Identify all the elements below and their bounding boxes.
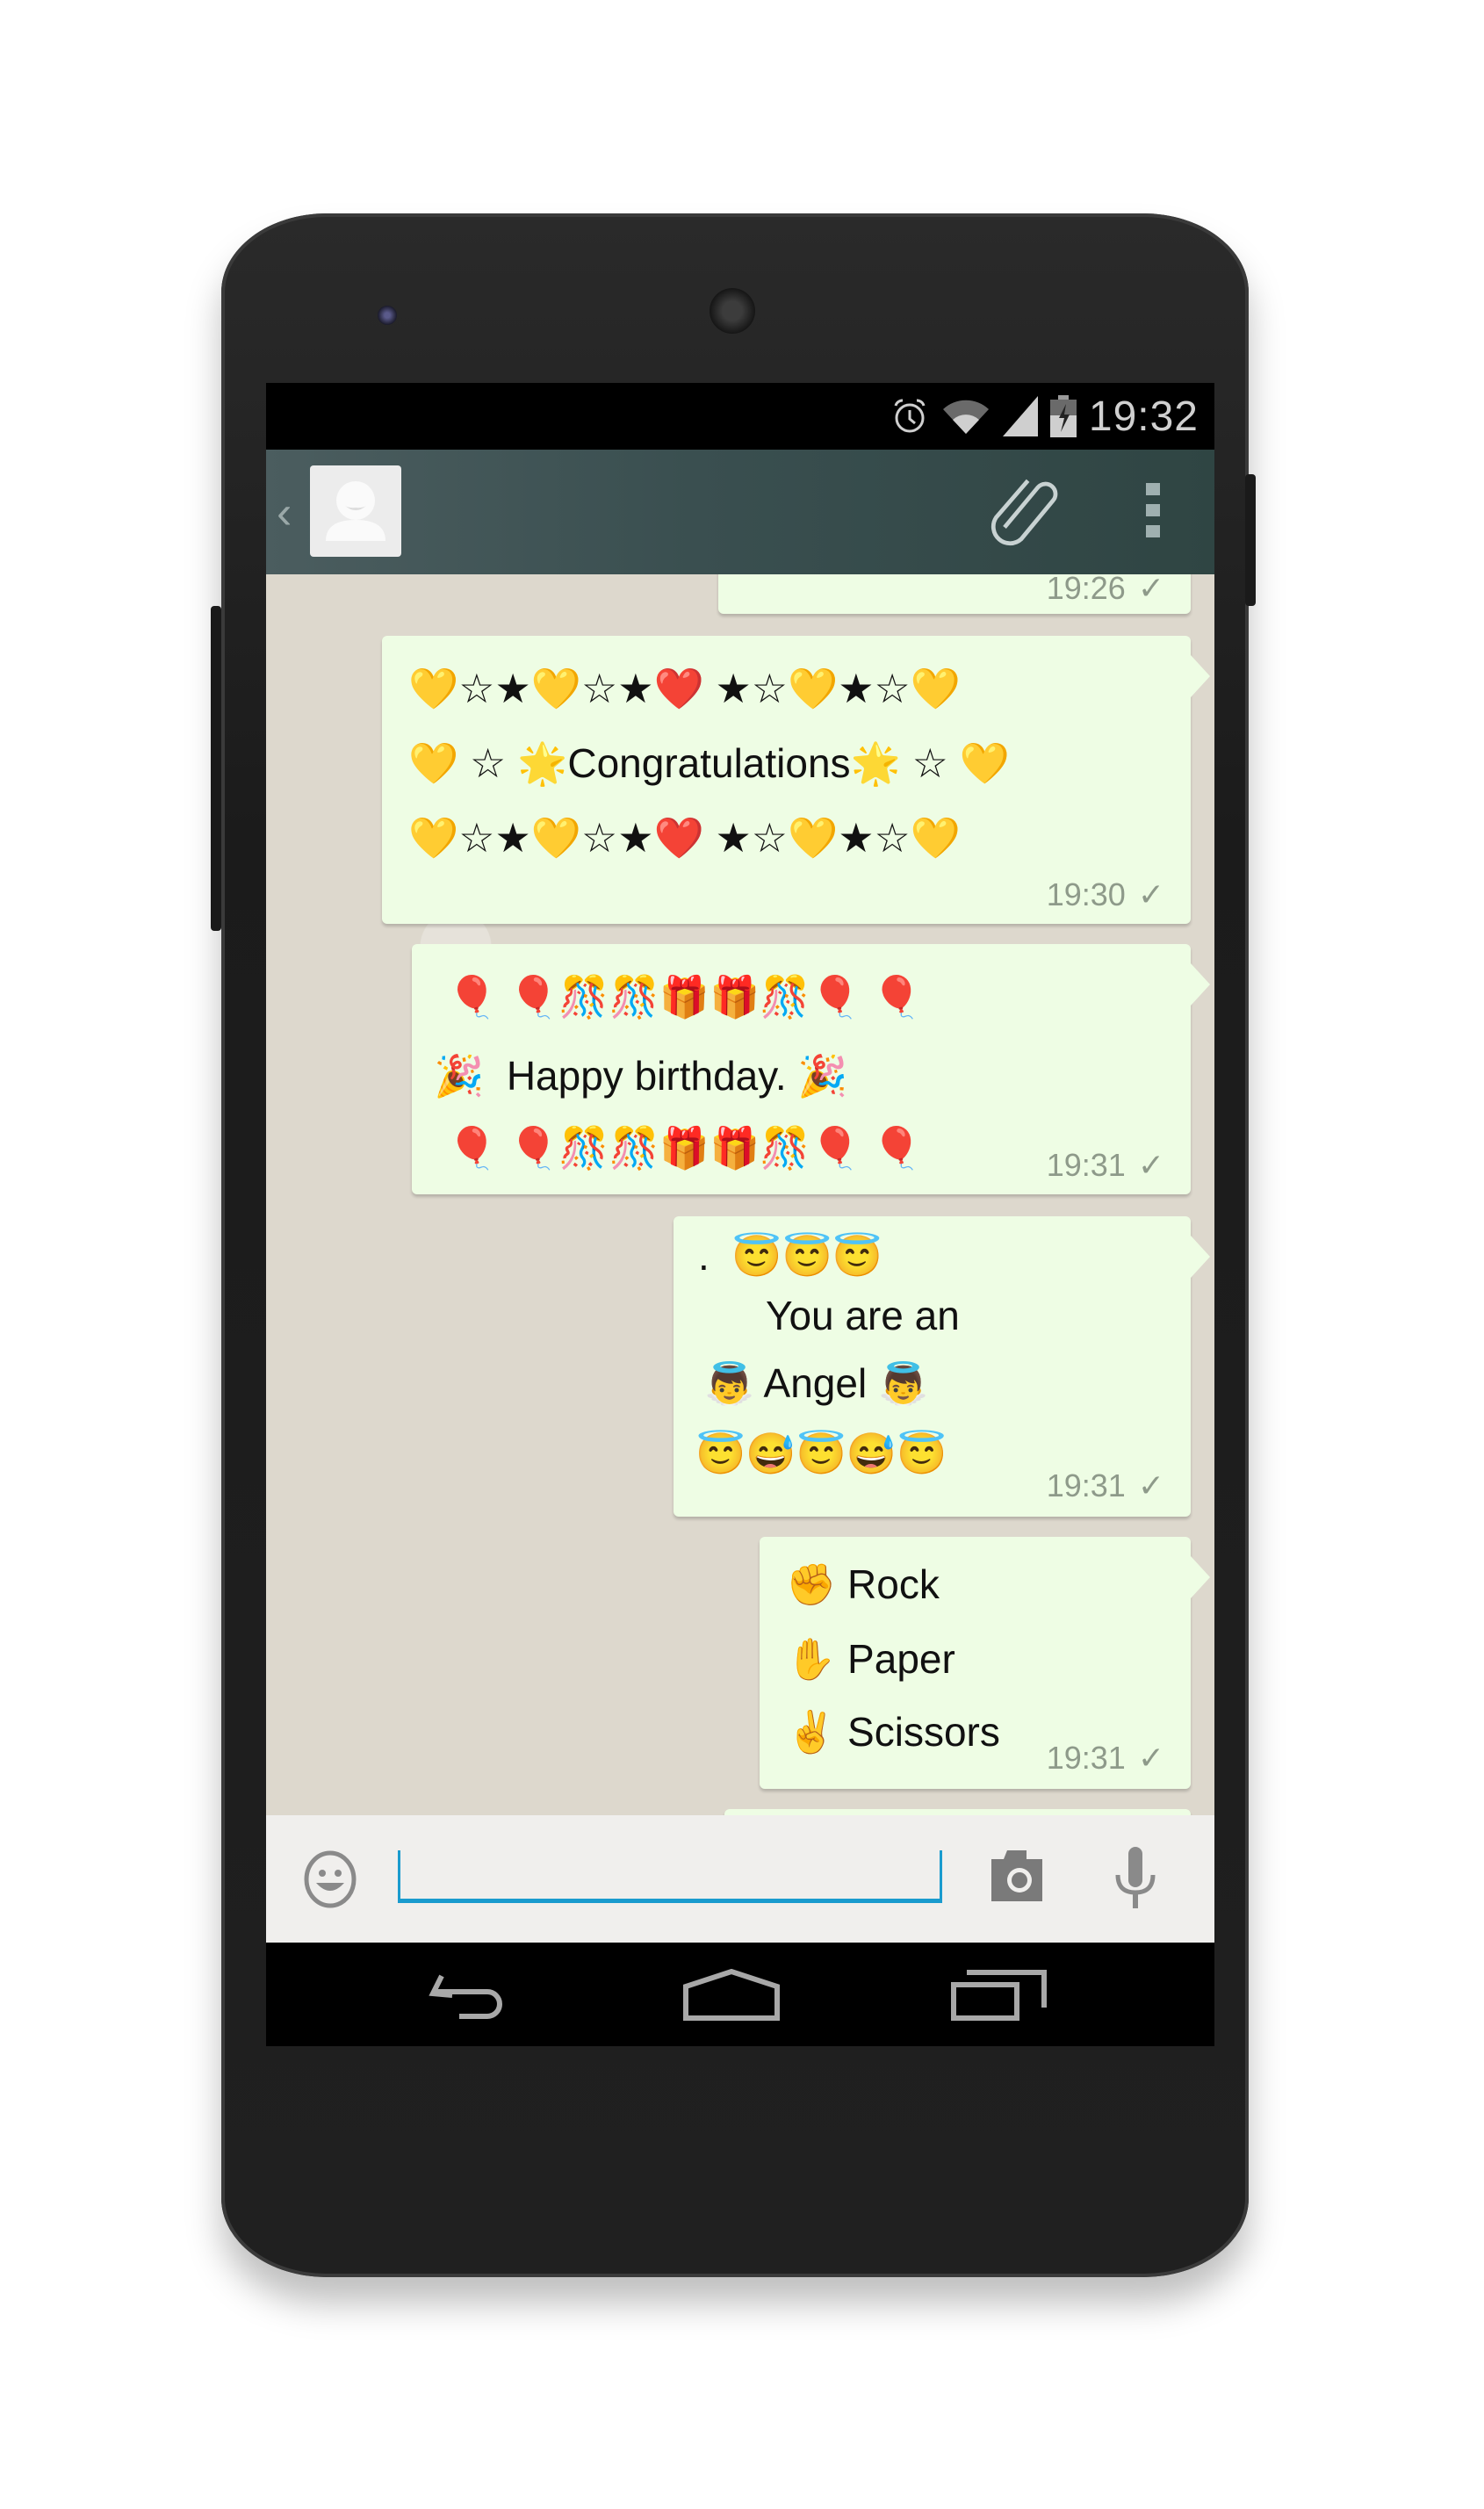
volume-button bbox=[211, 606, 221, 931]
message-time: 19:26 bbox=[1046, 574, 1126, 606]
message-line: . 😇😇😇 bbox=[698, 1233, 883, 1279]
message-bubble[interactable]: 🎈 🎈🎊🎊🎁🎁🎊🎈 🎈 🎉 Happy birthday. 🎉 🎈 🎈🎊🎊🎁🎁🎊… bbox=[412, 944, 1210, 1194]
conversation-action-bar: ‹ bbox=[266, 450, 1214, 574]
contact-avatar[interactable] bbox=[310, 465, 401, 557]
default-contact-avatar-icon bbox=[326, 481, 385, 541]
check-icon: ✓ bbox=[1137, 1147, 1164, 1183]
back-icon[interactable] bbox=[424, 1969, 521, 2022]
message-bubble[interactable]: . 😇😇😇 You are an 👼 Angel 👼 😇😅😇😅😇 19:31 ✓ bbox=[674, 1216, 1210, 1517]
chevron-left-icon[interactable]: ‹ bbox=[277, 487, 292, 539]
message-meta: 19:31 ✓ bbox=[1047, 1147, 1164, 1184]
message-time: 19:31 bbox=[1046, 1740, 1126, 1776]
screen: 19:32 ‹ 19:26 ✓ 💛☆★💛☆★❤️ ★☆💛★☆💛 💛 ☆ 🌟Cong… bbox=[266, 383, 1214, 2046]
bubble-tail bbox=[1191, 1556, 1210, 1598]
smiley-icon[interactable] bbox=[301, 1850, 359, 1908]
microphone-icon[interactable] bbox=[1113, 1847, 1157, 1910]
message-bubble[interactable]: 💛☆★💛☆★❤️ ★☆💛★☆💛 💛 ☆ 🌟Congratulations🌟 ☆ … bbox=[382, 636, 1210, 924]
message-bubble[interactable]: 19:26 ✓ bbox=[718, 574, 1191, 614]
message-line: You are an bbox=[766, 1292, 960, 1338]
check-icon: ✓ bbox=[1137, 876, 1164, 912]
message-line: 😇😅😇😅😇 bbox=[695, 1430, 947, 1476]
bubble-tail bbox=[1191, 1236, 1210, 1278]
overflow-menu-icon[interactable] bbox=[1146, 483, 1160, 537]
status-clock: 19:32 bbox=[1088, 393, 1199, 440]
power-button bbox=[1245, 474, 1256, 606]
message-time: 19:30 bbox=[1046, 876, 1126, 912]
message-line: 👼 Angel 👼 bbox=[704, 1359, 929, 1406]
status-bar: 19:32 bbox=[266, 383, 1214, 450]
message-meta: 19:26 ✓ bbox=[1047, 574, 1164, 607]
message-line: ✊ Rock bbox=[786, 1561, 940, 1607]
message-line: ✋ Paper bbox=[786, 1636, 955, 1682]
message-bubble[interactable]: ✊ Rock ✋ Paper ✌️ Scissors 19:31 ✓ bbox=[760, 1537, 1210, 1789]
message-line: 💛☆★💛☆★❤️ ★☆💛★☆💛 bbox=[408, 815, 962, 861]
home-icon[interactable] bbox=[683, 1969, 780, 2022]
message-line: 💛☆★💛☆★❤️ ★☆💛★☆💛 bbox=[408, 666, 962, 711]
check-icon: ✓ bbox=[1137, 574, 1164, 606]
recent-apps-icon[interactable] bbox=[951, 1969, 1048, 2022]
battery-charging-icon bbox=[1049, 395, 1077, 437]
camera-icon[interactable] bbox=[988, 1849, 1046, 1903]
earpiece-speaker bbox=[710, 288, 755, 334]
front-camera bbox=[378, 306, 397, 325]
message-meta: 19:30 ✓ bbox=[1047, 876, 1164, 913]
alarm-icon bbox=[894, 399, 926, 433]
message-line: ✌️ Scissors bbox=[786, 1709, 1000, 1755]
check-icon: ✓ bbox=[1137, 1740, 1164, 1776]
message-input[interactable] bbox=[398, 1850, 942, 1903]
message-bubble-partial[interactable] bbox=[724, 1809, 1191, 1815]
message-line: 🎉 Happy birthday. 🎉 bbox=[434, 1053, 848, 1099]
message-line: 🎈 🎈🎊🎊🎁🎁🎊🎈 🎈 bbox=[447, 1125, 923, 1171]
signal-icon bbox=[1002, 396, 1038, 436]
check-icon: ✓ bbox=[1137, 1467, 1164, 1503]
bubble-tail bbox=[1191, 655, 1210, 697]
message-line: 🎈 🎈🎊🎊🎁🎁🎊🎈 🎈 bbox=[447, 974, 923, 1020]
message-time: 19:31 bbox=[1046, 1467, 1126, 1503]
message-meta: 19:31 ✓ bbox=[1047, 1467, 1164, 1504]
paperclip-icon[interactable] bbox=[988, 476, 1067, 555]
wifi-icon bbox=[942, 400, 989, 434]
message-time: 19:31 bbox=[1046, 1147, 1126, 1183]
message-list[interactable]: 19:26 ✓ 💛☆★💛☆★❤️ ★☆💛★☆💛 💛 ☆ 🌟Congratulati… bbox=[266, 574, 1214, 1815]
message-meta: 19:31 ✓ bbox=[1047, 1740, 1164, 1777]
navigation-bar bbox=[266, 1943, 1214, 2046]
bubble-tail bbox=[1191, 963, 1210, 1006]
compose-bar bbox=[266, 1815, 1214, 1943]
message-line: 💛 ☆ 🌟Congratulations🌟 ☆ 💛 bbox=[408, 740, 1010, 786]
